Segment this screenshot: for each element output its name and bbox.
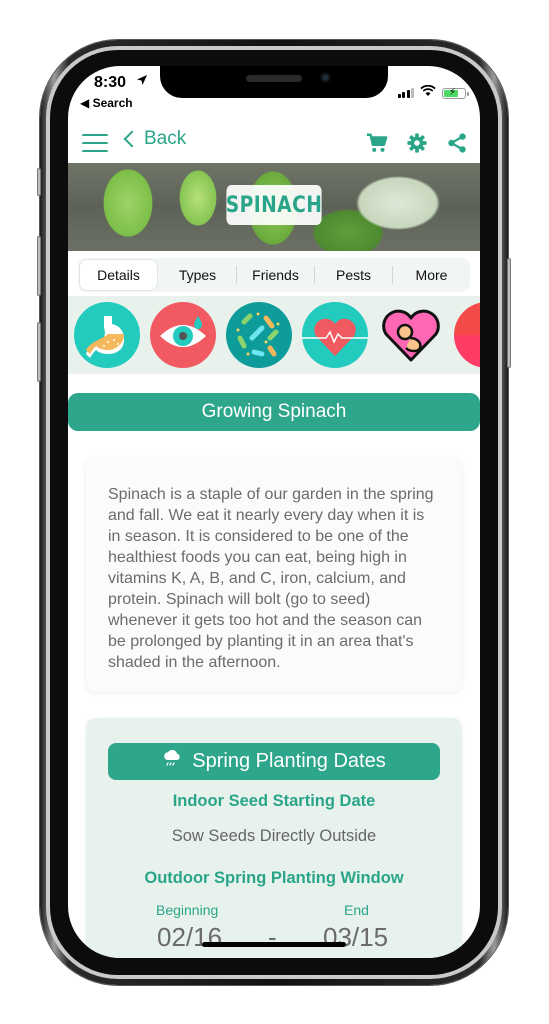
beginning-label: Beginning xyxy=(156,902,219,918)
volume-up-button xyxy=(37,236,41,296)
partial-red-icon[interactable] xyxy=(454,302,480,368)
device-mockup: 8:30 ◀ Search ⚡ Back SPINACH Details Typ… xyxy=(0,0,549,1024)
cellular-signal-icon xyxy=(397,88,414,98)
end-date: 03/15 xyxy=(323,922,389,952)
plant-title: SPINACH xyxy=(226,185,322,225)
eye-icon[interactable] xyxy=(150,302,216,368)
heart-rate-icon[interactable] xyxy=(302,302,368,368)
notch xyxy=(160,66,388,98)
shopping-cart-icon[interactable] xyxy=(366,132,388,154)
app-screen: 8:30 ◀ Search ⚡ Back SPINACH Details Typ… xyxy=(68,66,480,958)
gear-icon[interactable] xyxy=(406,132,428,154)
wifi-icon xyxy=(420,84,436,102)
end-label: End xyxy=(344,902,369,918)
status-icons: ⚡ xyxy=(397,84,469,102)
tab-pests[interactable]: Pests xyxy=(315,260,392,290)
tab-friends[interactable]: Friends xyxy=(237,260,314,290)
hamburger-menu-icon[interactable] xyxy=(82,134,108,152)
back-button[interactable]: Back xyxy=(122,128,186,150)
speaker-grille xyxy=(246,75,302,82)
share-icon[interactable] xyxy=(446,132,468,154)
back-label: Back xyxy=(144,128,187,149)
fetus-heart-icon[interactable] xyxy=(378,302,444,368)
status-time: 8:30 xyxy=(94,74,127,91)
date-separator: - xyxy=(268,922,277,952)
outdoor-window-label: Outdoor Spring Planting Window xyxy=(144,869,404,887)
location-arrow-icon xyxy=(136,74,148,89)
indoor-seed-label: Indoor Seed Starting Date xyxy=(172,792,376,810)
beginning-date: 02/16 xyxy=(157,922,223,952)
planting-dates-header: Spring Planting Dates xyxy=(108,743,440,780)
home-indicator[interactable] xyxy=(202,942,346,947)
bacteria-icon[interactable] xyxy=(226,302,292,368)
rain-cloud-icon xyxy=(162,749,182,775)
plant-description: Spinach is a staple of our garden in the… xyxy=(108,486,434,671)
indoor-seed-value: Sow Seeds Directly Outside xyxy=(171,827,377,845)
segmented-tabs: Details Types Friends Pests More xyxy=(78,258,470,292)
tab-bar: Details Types Friends Pests More xyxy=(68,252,480,296)
volume-down-button xyxy=(37,322,41,382)
front-camera xyxy=(320,72,331,83)
benefit-icons-carousel[interactable] xyxy=(68,296,480,374)
description-card: Spinach is a staple of our garden in the… xyxy=(86,458,462,692)
navigation-bar: Back xyxy=(68,122,480,162)
return-app-label: Search xyxy=(92,96,133,110)
tab-types[interactable]: Types xyxy=(159,260,236,290)
planting-dates-title: Spring Planting Dates xyxy=(192,750,386,772)
tab-details[interactable]: Details xyxy=(80,260,157,290)
hero-banner-image: SPINACH xyxy=(68,163,480,251)
power-button xyxy=(507,258,511,368)
battery-charging-icon: ⚡ xyxy=(442,87,469,99)
tab-more[interactable]: More xyxy=(393,260,470,290)
mute-switch xyxy=(37,168,41,196)
stomach-icon[interactable] xyxy=(74,302,140,368)
return-to-app-link[interactable]: ◀ Search xyxy=(80,96,133,110)
section-header-growing: Growing Spinach xyxy=(68,393,480,431)
back-triangle-icon: ◀ xyxy=(80,96,90,110)
chevron-left-icon xyxy=(123,130,141,148)
planting-dates-card: Spring Planting Dates Indoor Seed Starti… xyxy=(86,718,462,958)
